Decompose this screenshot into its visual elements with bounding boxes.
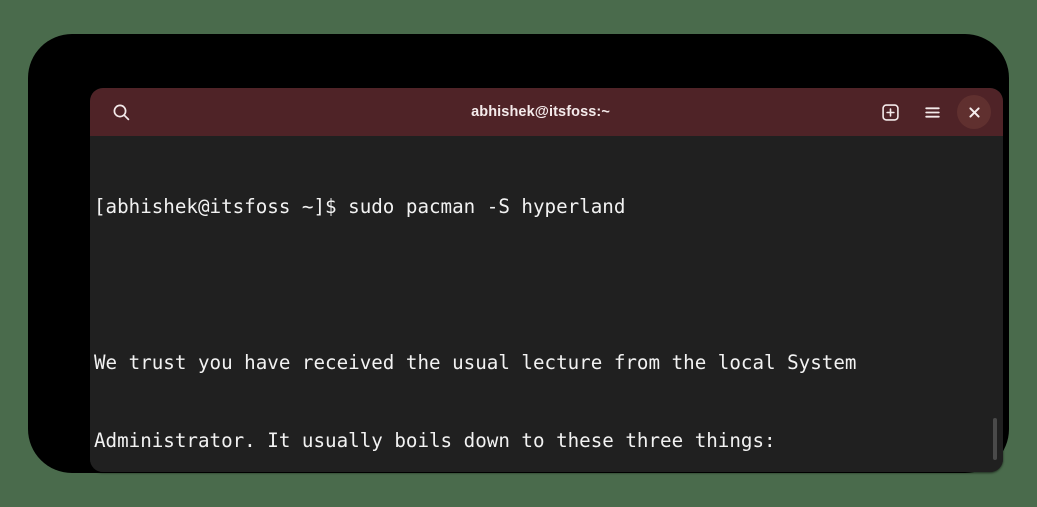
close-icon[interactable]: [957, 95, 991, 129]
terminal-line: [abhishek@itsfoss ~]$ sudo pacman -S hyp…: [94, 195, 626, 218]
hamburger-menu-icon[interactable]: [915, 95, 949, 129]
plus-box-icon[interactable]: [873, 95, 907, 129]
device-frame: abhishek@itsfoss:~ [abhishek@itsfoss ~]$…: [28, 34, 1009, 473]
terminal-body[interactable]: [abhishek@itsfoss ~]$ sudo pacman -S hyp…: [90, 136, 1003, 472]
search-icon[interactable]: [104, 95, 138, 129]
terminal-line: Administrator. It usually boils down to …: [94, 429, 776, 452]
terminal-window: abhishek@itsfoss:~ [abhishek@itsfoss ~]$…: [90, 88, 1003, 472]
titlebar-left-group: [104, 95, 142, 129]
scrollbar-thumb[interactable]: [993, 418, 997, 460]
terminal-output: [abhishek@itsfoss ~]$ sudo pacman -S hyp…: [90, 142, 1003, 472]
scrollbar[interactable]: [990, 136, 1000, 472]
terminal-titlebar[interactable]: abhishek@itsfoss:~: [90, 88, 1003, 136]
terminal-line: We trust you have received the usual lec…: [94, 351, 857, 374]
titlebar-right-group: [873, 95, 991, 129]
window-title: abhishek@itsfoss:~: [471, 104, 610, 120]
